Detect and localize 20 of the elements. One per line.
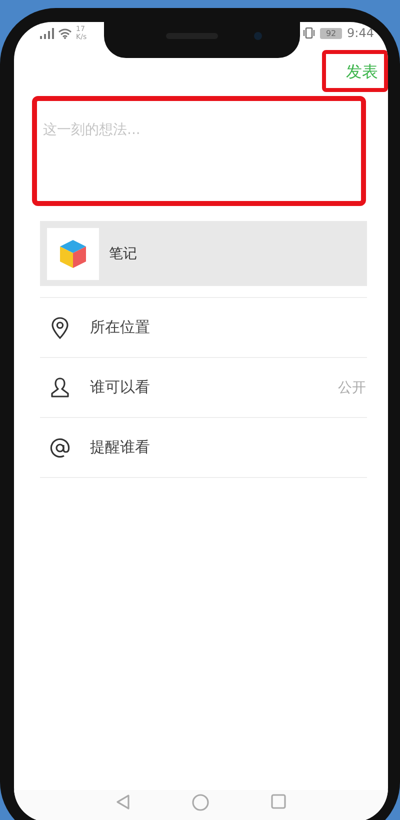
- location-pin-icon: [51, 316, 69, 338]
- attachment-card[interactable]: 笔记: [40, 221, 367, 286]
- wifi-icon: [58, 28, 72, 38]
- clock-time: 9:44: [347, 26, 374, 40]
- option-label[interactable]: 所在位置: [90, 318, 366, 337]
- cube-icon: [59, 238, 87, 268]
- option-label[interactable]: 提醒谁看: [90, 438, 366, 457]
- at-sign-icon: [50, 438, 70, 458]
- home-icon[interactable]: [192, 794, 209, 811]
- attachment-label: 笔记: [109, 244, 137, 262]
- signal-icon: [40, 28, 54, 38]
- front-camera: [254, 32, 262, 40]
- text-input-field[interactable]: 这一刻的想法...: [32, 96, 366, 206]
- person-icon: [50, 377, 70, 398]
- option-label[interactable]: 谁可以看: [90, 378, 338, 397]
- vibrate-icon: [303, 27, 316, 39]
- back-icon[interactable]: [116, 794, 130, 810]
- option-value: 公开: [338, 378, 366, 396]
- battery-indicator: 92: [320, 28, 342, 38]
- recents-icon[interactable]: [271, 794, 286, 809]
